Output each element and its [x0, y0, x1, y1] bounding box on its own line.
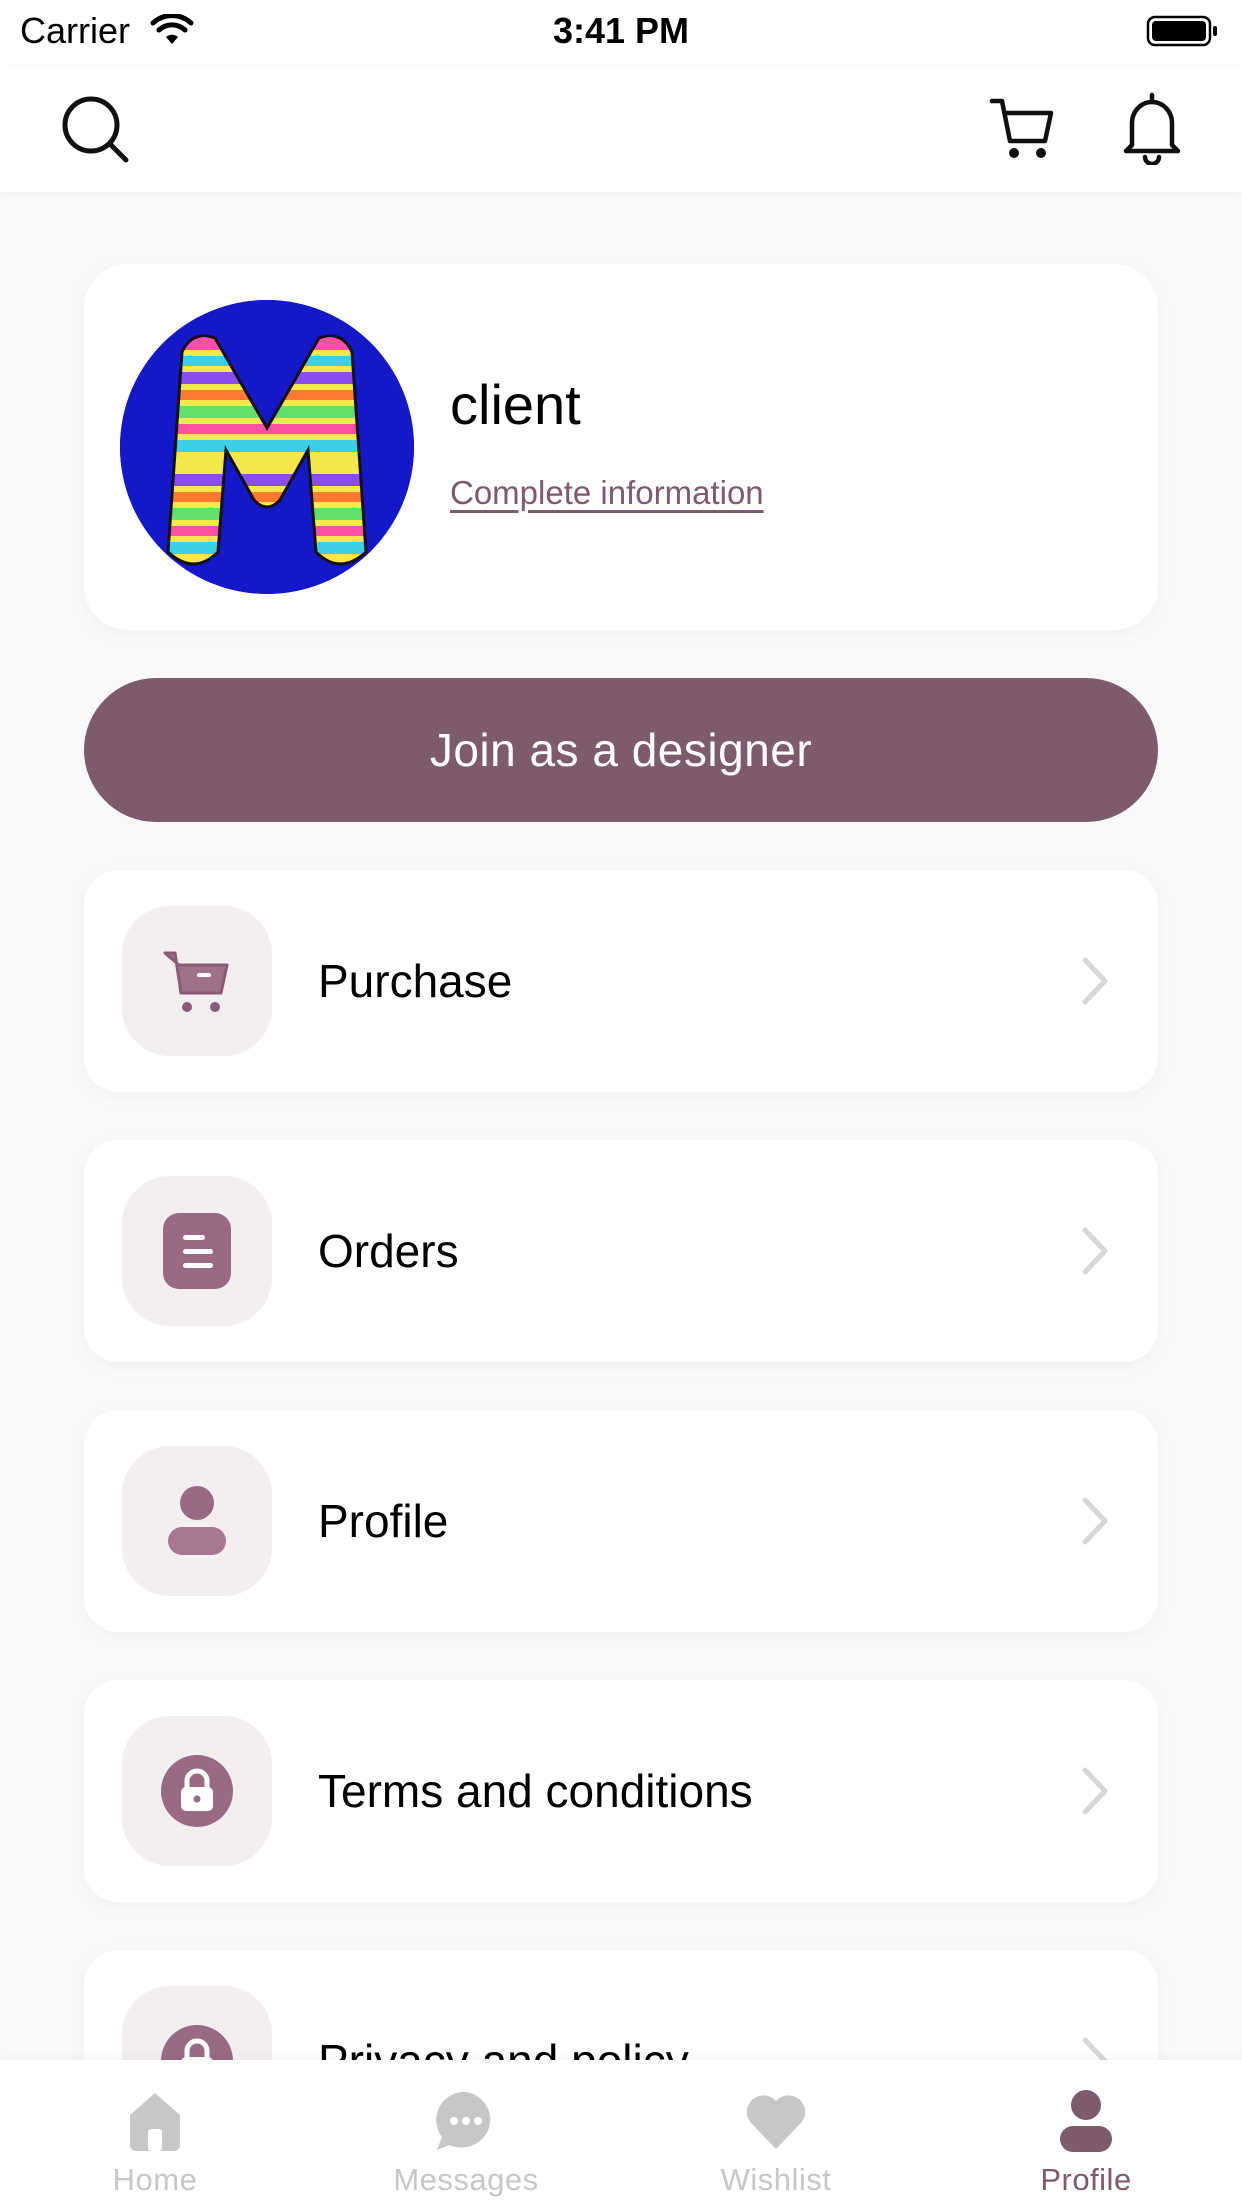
menu-label: Orders	[318, 1225, 459, 1277]
menu-label: Purchase	[318, 955, 513, 1007]
profile-content[interactable]: client Complete information Join as a de…	[0, 192, 1242, 2060]
menu-item-terms-and-conditions[interactable]: Terms and conditions	[84, 1680, 1158, 1902]
menu-label: Privacy and policy	[318, 1950, 689, 2060]
tab-label: Profile	[1040, 2162, 1132, 2197]
document-icon	[122, 1176, 272, 1326]
clock-time: 3:41 PM	[552, 10, 690, 51]
home-icon	[0, 2086, 310, 2156]
avatar[interactable]	[120, 300, 414, 594]
bell-icon[interactable]	[1114, 88, 1190, 168]
chevron-right-icon	[1074, 1222, 1114, 1280]
lock-icon	[122, 1986, 272, 2060]
tab-wishlist[interactable]: Wishlist	[621, 2060, 931, 2208]
battery-icon	[1146, 14, 1220, 53]
status-bar: Carrier 3:41 PM	[0, 0, 1242, 66]
chevron-right-icon	[1074, 1762, 1114, 1820]
tab-label: Home	[112, 2162, 198, 2197]
chevron-right-icon	[1074, 2032, 1114, 2060]
cart-icon[interactable]	[984, 90, 1060, 166]
tab-home[interactable]: Home	[0, 2060, 310, 2208]
menu-label: Profile	[318, 1495, 449, 1547]
menu-item-profile[interactable]: Profile	[84, 1410, 1158, 1632]
tab-messages[interactable]: Messages	[311, 2060, 621, 2208]
top-navigation-bar	[0, 66, 1242, 192]
heart-icon	[621, 2086, 931, 2156]
chat-icon	[311, 2086, 621, 2156]
user-icon	[122, 1446, 272, 1596]
tab-profile[interactable]: Profile	[931, 2060, 1241, 2208]
menu-label: Terms and conditions	[318, 1765, 753, 1817]
cart-icon	[122, 906, 272, 1056]
menu-item-purchase[interactable]: Purchase	[84, 870, 1158, 1092]
user-icon	[931, 2086, 1241, 2156]
tab-label: Wishlist	[720, 2162, 832, 2197]
profile-card: client Complete information	[84, 264, 1158, 630]
bottom-tab-bar: Home Messages Wishlist Profile	[0, 2060, 1242, 2208]
chevron-right-icon	[1074, 1492, 1114, 1550]
menu-item-orders[interactable]: Orders	[84, 1140, 1158, 1362]
profile-name: client	[450, 373, 581, 436]
search-icon[interactable]	[58, 92, 132, 166]
menu-item-privacy-and-policy[interactable]: Privacy and policy	[84, 1950, 1158, 2060]
chevron-right-icon	[1074, 952, 1114, 1010]
tab-label: Messages	[393, 2162, 539, 2197]
join-as-designer-button[interactable]: Join as a designer	[84, 678, 1158, 822]
complete-information-link[interactable]: Complete information	[450, 474, 764, 512]
lock-icon	[122, 1716, 272, 1866]
